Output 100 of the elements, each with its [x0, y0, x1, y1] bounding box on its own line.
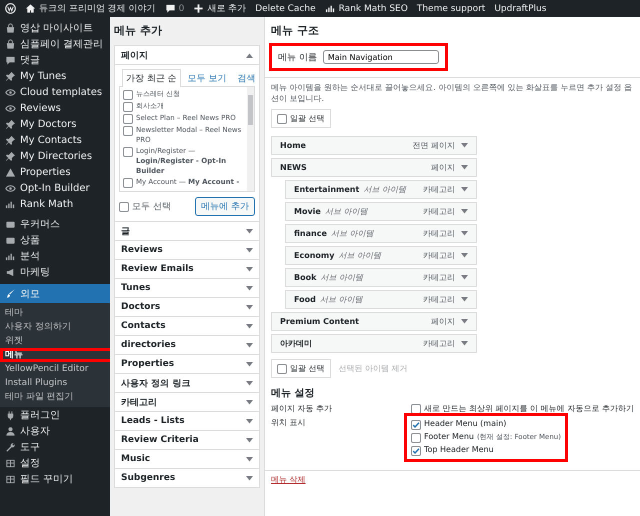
caret-icon[interactable] — [461, 253, 468, 258]
sidebar-item[interactable]: 사용자 — [0, 423, 110, 439]
menu-name-field[interactable]: Main Navigation — [322, 50, 439, 64]
add-to-menu-button[interactable]: 메뉴에 추가 — [195, 197, 255, 216]
caret-icon[interactable] — [461, 297, 468, 302]
comment-count[interactable]: 0 — [178, 4, 184, 14]
accordion-header[interactable]: 글 — [115, 221, 259, 240]
sidebar-item[interactable]: Rank Math — [0, 196, 110, 212]
accordion-header[interactable]: Subgenres — [115, 468, 259, 487]
checkbox[interactable] — [123, 114, 133, 124]
checkbox[interactable] — [411, 404, 421, 414]
caret-icon[interactable] — [246, 228, 253, 234]
bulk-select-control[interactable]: 일괄 선택 — [271, 109, 331, 128]
checkbox[interactable] — [277, 114, 287, 124]
accordion-header[interactable]: 페이지 — [115, 46, 259, 64]
sidebar-item[interactable]: Cloud templates — [0, 84, 110, 100]
sidebar-item[interactable]: 플러그인 — [0, 407, 110, 423]
admin-bar-link[interactable]: Rank Math SEO — [338, 4, 408, 14]
tab[interactable]: 모두 보기 — [184, 69, 231, 87]
sidebar-subitem[interactable]: 메뉴 — [0, 348, 110, 362]
sidebar-item[interactable]: My Directories — [0, 148, 110, 164]
sidebar-item[interactable]: 댓글 — [0, 52, 110, 68]
accordion-header[interactable]: 카테고리 — [115, 392, 259, 411]
checkbox[interactable] — [277, 364, 287, 374]
caret-icon[interactable] — [246, 438, 253, 442]
sidebar-item[interactable]: 마케팅 — [0, 264, 110, 280]
sidebar-item[interactable]: Reviews — [0, 100, 110, 116]
accordion-header[interactable]: Properties — [115, 354, 259, 373]
menu-item-bar[interactable]: Economy 서브 아이템 카테고리 — [285, 246, 477, 265]
sidebar-item[interactable]: My Contacts — [0, 132, 110, 148]
sidebar-subitem[interactable]: 테마 파일 편집기 — [0, 390, 110, 404]
caret-icon[interactable] — [246, 286, 253, 290]
caret-icon[interactable] — [461, 187, 468, 192]
sidebar-item[interactable]: 필드 꾸미기 — [0, 471, 110, 487]
sidebar-subitem[interactable]: 테마 — [0, 306, 110, 320]
caret-icon[interactable] — [461, 209, 468, 214]
menu-item-bar[interactable]: finance 서브 아이템 카테고리 — [285, 224, 477, 243]
caret-icon[interactable] — [246, 380, 253, 386]
caret-icon[interactable] — [246, 456, 253, 462]
accordion-header[interactable]: Tunes — [115, 278, 259, 297]
sidebar-item[interactable]: 분석 — [0, 248, 110, 264]
checkbox[interactable] — [411, 446, 421, 456]
caret-icon[interactable] — [461, 143, 468, 148]
caret-icon[interactable] — [246, 476, 253, 480]
sidebar-subitem[interactable]: 위젯 — [0, 334, 110, 348]
menu-item-bar[interactable]: Movie 서브 아이템 카테고리 — [285, 202, 477, 221]
sidebar-item[interactable]: My Doctors — [0, 116, 110, 132]
accordion-header[interactable]: directories — [115, 335, 259, 354]
caret-icon[interactable] — [246, 266, 253, 272]
sidebar-item[interactable]: 설정 — [0, 455, 110, 471]
checkbox[interactable] — [123, 147, 133, 157]
accordion-header[interactable]: Review Emails — [115, 259, 259, 278]
tab[interactable]: 가장 최근 순 — [122, 69, 181, 87]
checkbox[interactable] — [123, 90, 133, 100]
accordion-header[interactable]: Reviews — [115, 240, 259, 259]
sidebar-item[interactable]: 심플페이 결제관리 — [0, 36, 110, 52]
sidebar-item[interactable]: 영삽 마이사이트 — [0, 20, 110, 36]
caret-icon[interactable] — [461, 231, 468, 236]
sidebar-subitem[interactable]: Install Plugins — [0, 376, 110, 390]
caret-icon[interactable] — [246, 304, 253, 310]
checkbox[interactable] — [123, 102, 133, 112]
accordion-header[interactable]: Contacts — [115, 316, 259, 335]
menu-item-bar[interactable]: Entertainment 서브 아이템 카테고리 — [285, 180, 477, 199]
menu-item-bar[interactable]: Food 서브 아이템 카테고리 — [285, 290, 477, 309]
scrollbar[interactable] — [247, 87, 254, 191]
caret-icon[interactable] — [461, 341, 468, 346]
admin-bar-link[interactable]: Delete Cache — [255, 4, 316, 14]
caret-icon[interactable] — [246, 248, 253, 252]
accordion-header[interactable]: Music — [115, 449, 259, 468]
caret-icon[interactable] — [246, 400, 253, 404]
delete-menu-link[interactable]: 메뉴 삭제 — [271, 475, 306, 484]
sidebar-item[interactable]: 도구 — [0, 439, 110, 455]
accordion-header[interactable]: Leads - Lists — [115, 411, 259, 430]
menu-item-bar[interactable]: Premium Content 페이지 — [271, 312, 477, 331]
menu-item-bar[interactable]: Book 서브 아이템 카테고리 — [285, 268, 477, 287]
caret-icon[interactable] — [246, 362, 253, 366]
admin-bar-link[interactable]: UpdraftPlus — [494, 4, 546, 14]
caret-icon[interactable] — [246, 52, 253, 58]
admin-bar-link[interactable]: Theme support — [416, 4, 486, 14]
accordion-header[interactable]: 사용자 정의 링크 — [115, 373, 259, 392]
menu-item-bar[interactable]: Home 전면 페이지 — [271, 136, 477, 155]
checkbox[interactable] — [411, 433, 421, 443]
caret-icon[interactable] — [246, 418, 253, 424]
checkbox[interactable] — [123, 178, 133, 188]
sidebar-item[interactable]: Opt-In Builder — [0, 180, 110, 196]
menu-item-bar[interactable]: 아카데미 카테고리 — [271, 334, 477, 353]
checkbox[interactable] — [119, 202, 129, 212]
bulk-select-control[interactable]: 일괄 선택 — [271, 359, 331, 378]
sidebar-subitem[interactable]: 사용자 정의하기 — [0, 320, 110, 334]
caret-icon[interactable] — [461, 319, 468, 324]
sidebar-subitem[interactable]: YellowPencil Editor — [0, 362, 110, 376]
caret-icon[interactable] — [246, 342, 253, 348]
sidebar-item[interactable]: 상품 — [0, 232, 110, 248]
sidebar-item[interactable]: Properties — [0, 164, 110, 180]
sidebar-item[interactable]: My Tunes — [0, 68, 110, 84]
sidebar-item[interactable]: 우커머스 — [0, 216, 110, 232]
checkbox[interactable] — [123, 126, 133, 136]
accordion-header[interactable]: Review Criteria — [115, 430, 259, 449]
caret-icon[interactable] — [461, 275, 468, 280]
sidebar-item[interactable]: 외모 — [0, 284, 110, 303]
